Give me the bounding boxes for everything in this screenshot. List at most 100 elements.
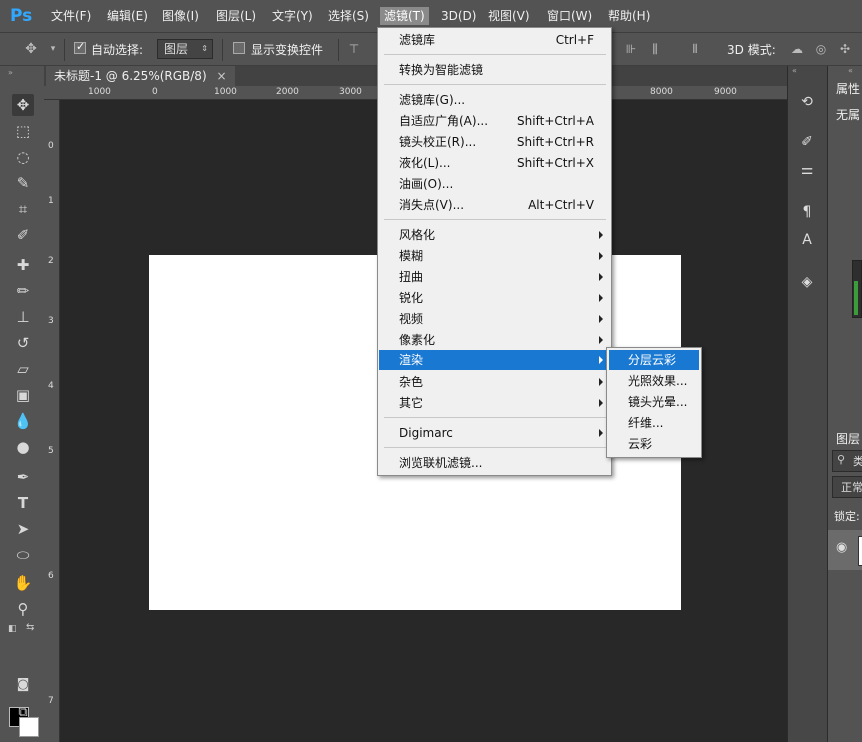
3d-rotate-icon[interactable]: ☁ — [790, 42, 804, 56]
right-panels: « 属性 无属 图层 ⚲ 类 正常 锁定: ◉ — [827, 66, 862, 742]
menu-item-adaptive-wide-angle[interactable]: 自适应广角(A)... — [399, 111, 488, 131]
menu-item-lens-correction[interactable]: 镜头校正(R)... — [399, 132, 476, 152]
layers-panel-title[interactable]: 图层 — [836, 430, 860, 447]
paragraph-panel-icon[interactable]: ¶ — [797, 202, 817, 222]
default-colors-icon[interactable]: ◧ — [8, 624, 17, 634]
separator — [64, 39, 65, 61]
submenu-item-lighting-effects[interactable]: 光照效果... — [628, 371, 687, 391]
blur-tool-icon[interactable]: 💧 — [12, 410, 34, 432]
show-transform-checkbox[interactable] — [233, 42, 245, 54]
menu-item-convert-smart-filters[interactable]: 转换为智能滤镜 — [399, 60, 483, 80]
layer-filter-search[interactable]: ⚲ 类 — [832, 450, 862, 472]
menu-item-pixelate[interactable]: 像素化 — [399, 330, 435, 350]
3d-roll-icon[interactable]: ◎ — [814, 42, 828, 56]
search-icon: ⚲ — [837, 453, 846, 466]
submenu-arrow-icon — [599, 336, 603, 344]
dodge-tool-icon[interactable]: ● — [12, 436, 34, 458]
3d-pan-icon[interactable]: ✣ — [838, 42, 852, 56]
menu-type[interactable]: 文字(Y) — [268, 7, 317, 25]
submenu-arrow-icon — [599, 399, 603, 407]
close-tab-icon[interactable]: × — [216, 69, 226, 83]
collapse-icon[interactable]: « — [792, 66, 797, 75]
type-tool-icon[interactable]: T — [12, 492, 34, 514]
path-select-tool-icon[interactable]: ➤ — [12, 518, 34, 540]
auto-align-icon[interactable]: ⫴ — [688, 42, 702, 56]
eyedropper-tool-icon[interactable]: ✐ — [12, 224, 34, 246]
screen-mode-icon[interactable]: ⧉ — [12, 702, 34, 724]
layer-row[interactable]: ◉ — [828, 530, 862, 570]
menu-edit[interactable]: 编辑(E) — [103, 7, 152, 25]
history-brush-tool-icon[interactable]: ↺ — [12, 332, 34, 354]
quick-select-tool-icon[interactable]: ✎ — [12, 172, 34, 194]
menu-item-oil-paint[interactable]: 油画(O)... — [399, 174, 453, 194]
menu-item-digimarc[interactable]: Digimarc — [399, 423, 453, 443]
healing-brush-tool-icon[interactable]: ✚ — [12, 254, 34, 276]
menu-item-filter-gallery[interactable]: 滤镜库(G)... — [399, 90, 465, 110]
align-top-icon[interactable]: ⊤ — [347, 42, 361, 56]
auto-select-checkbox[interactable]: ✓ — [74, 40, 86, 54]
marquee-tool-icon[interactable]: ⬚ — [12, 120, 34, 142]
menu-item-vanishing-point[interactable]: 消失点(V)... — [399, 195, 464, 215]
menu-item-render[interactable]: 渲染 — [399, 350, 423, 370]
hand-tool-icon[interactable]: ✋ — [12, 572, 34, 594]
menu-item-blur[interactable]: 模糊 — [399, 246, 423, 266]
menu-image[interactable]: 图像(I) — [158, 7, 203, 25]
auto-select-target-select[interactable]: 图层 ⇕ — [157, 39, 213, 59]
ruler-label: 5 — [48, 446, 54, 456]
zoom-tool-icon[interactable]: ⚲ — [12, 598, 34, 620]
menu-item-distort[interactable]: 扭曲 — [399, 267, 423, 287]
history-panel-icon[interactable]: ⟲ — [797, 92, 817, 112]
blend-mode-select[interactable]: 正常 — [832, 476, 862, 498]
lasso-tool-icon[interactable]: ◌ — [12, 146, 34, 168]
menu-item-stylize[interactable]: 风格化 — [399, 225, 435, 245]
tool-preset-dropdown-icon[interactable]: ▾ — [46, 42, 60, 56]
collapse-icon[interactable]: « — [848, 66, 853, 75]
move-tool-icon[interactable]: ✥ — [24, 42, 38, 56]
adjustments-panel-icon[interactable]: ⚌ — [797, 160, 817, 180]
separator — [338, 39, 339, 61]
submenu-arrow-icon — [599, 429, 603, 437]
menu-item-liquify[interactable]: 液化(L)... — [399, 153, 451, 173]
submenu-item-lens-flare[interactable]: 镜头光晕... — [628, 392, 687, 412]
menu-select[interactable]: 选择(S) — [324, 7, 373, 25]
submenu-item-fibers[interactable]: 纤维... — [628, 413, 663, 433]
ellipse-tool-icon[interactable]: ⬭ — [12, 544, 34, 566]
distribute-horizontal-icon[interactable]: ⫼ — [648, 42, 662, 56]
quick-mask-icon[interactable]: ◙ — [12, 674, 34, 696]
submenu-arrow-icon — [599, 273, 603, 281]
menu-3d[interactable]: 3D(D) — [437, 7, 480, 25]
align-horizontal-centers-icon[interactable]: ⊪ — [624, 42, 638, 56]
separator — [222, 39, 223, 61]
visibility-eye-icon[interactable]: ◉ — [836, 540, 847, 555]
menu-help[interactable]: 帮助(H) — [604, 7, 654, 25]
eraser-tool-icon[interactable]: ▱ — [12, 358, 34, 380]
menu-item-sharpen[interactable]: 锐化 — [399, 288, 423, 308]
submenu-item-difference-clouds[interactable]: 分层云彩 — [628, 350, 676, 370]
menu-layer[interactable]: 图层(L) — [212, 7, 260, 25]
menu-window[interactable]: 窗口(W) — [543, 7, 596, 25]
menu-item-noise[interactable]: 杂色 — [399, 372, 423, 392]
properties-panel-title[interactable]: 属性 — [836, 80, 860, 97]
clone-stamp-tool-icon[interactable]: ⊥ — [12, 306, 34, 328]
menu-filter[interactable]: 滤镜(T) — [380, 7, 429, 25]
crop-tool-icon[interactable]: ⌗ — [12, 198, 34, 220]
brush-panel-icon[interactable]: ✐ — [797, 132, 817, 152]
blend-mode-value: 正常 — [841, 481, 862, 494]
move-tool-icon[interactable]: ✥ — [12, 94, 34, 116]
menu-item-other[interactable]: 其它 — [399, 393, 423, 413]
3d-panel-icon[interactable]: ◈ — [797, 272, 817, 292]
swap-colors-icon[interactable]: ⇆ — [26, 622, 34, 633]
submenu-arrow-icon — [599, 378, 603, 386]
gradient-tool-icon[interactable]: ▣ — [12, 384, 34, 406]
collapse-icon[interactable]: » — [8, 68, 13, 77]
pen-tool-icon[interactable]: ✒ — [12, 466, 34, 488]
menu-item-video[interactable]: 视频 — [399, 309, 423, 329]
document-tab[interactable]: 未标题-1 @ 6.25%(RGB/8) × — [46, 66, 235, 86]
menu-file[interactable]: 文件(F) — [47, 7, 95, 25]
submenu-item-clouds[interactable]: 云彩 — [628, 434, 652, 454]
menu-item-browse-filters-online[interactable]: 浏览联机滤镜... — [399, 453, 482, 473]
menu-item-filter-gallery-last[interactable]: 滤镜库 — [399, 30, 435, 50]
menu-view[interactable]: 视图(V) — [484, 7, 534, 25]
brush-tool-icon[interactable]: ✏ — [12, 280, 34, 302]
character-panel-icon[interactable]: A — [797, 230, 817, 250]
